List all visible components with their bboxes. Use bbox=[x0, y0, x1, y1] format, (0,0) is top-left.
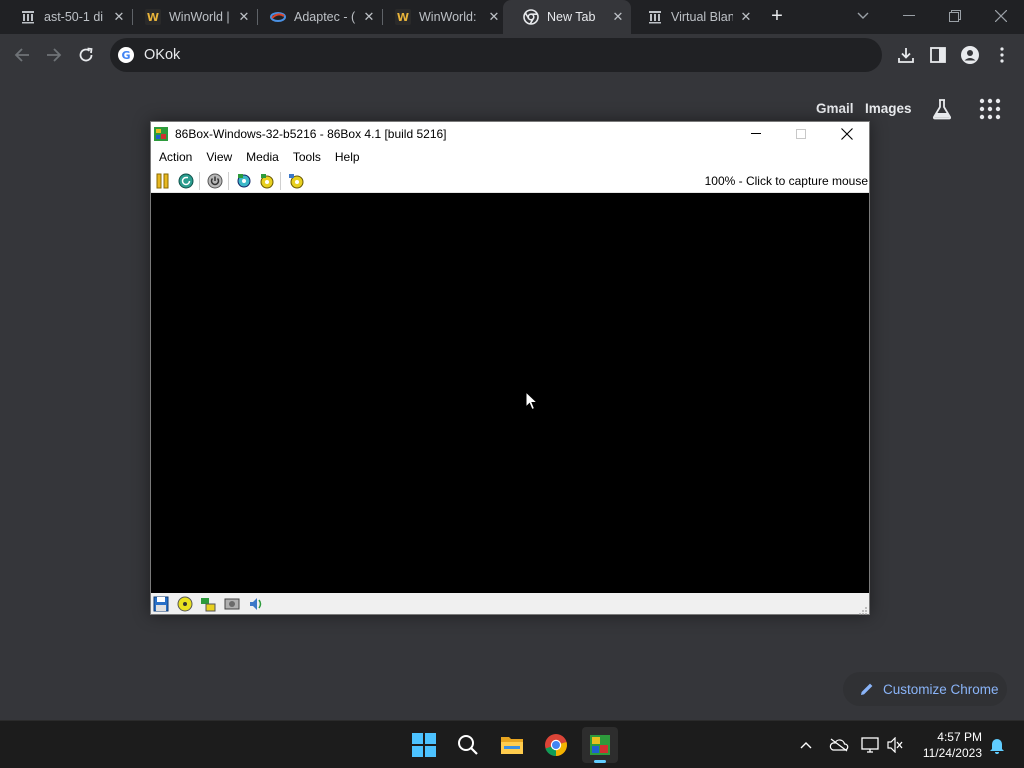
86box-toolbar: 100% - Click to capture mouse bbox=[151, 168, 869, 193]
file-explorer-icon[interactable] bbox=[494, 727, 530, 763]
archive-icon bbox=[647, 9, 663, 25]
labs-flask-icon[interactable] bbox=[930, 97, 954, 121]
86box-window-title: 86Box-Windows-32-b5216 - 86Box 4.1 [buil… bbox=[175, 127, 447, 141]
volume-muted-icon[interactable] bbox=[885, 735, 905, 755]
browser-tab[interactable]: ast-50-1 di ✕ bbox=[0, 0, 133, 34]
svg-text:W: W bbox=[397, 11, 409, 24]
customize-chrome-button[interactable]: Customize Chrome bbox=[843, 672, 1007, 706]
tab-title: WinWorld | bbox=[169, 10, 230, 24]
system-clock[interactable]: 4:57 PM 11/24/2023 bbox=[914, 729, 982, 761]
menu-icon[interactable] bbox=[991, 44, 1013, 66]
close-tab-icon[interactable]: ✕ bbox=[362, 10, 376, 24]
vm-minimize-icon[interactable] bbox=[733, 122, 779, 146]
winworld-icon: W bbox=[145, 9, 161, 25]
close-tab-icon[interactable]: ✕ bbox=[487, 10, 501, 24]
start-icon[interactable] bbox=[406, 727, 442, 763]
minimize-icon[interactable] bbox=[894, 4, 924, 28]
toolbar-separator bbox=[280, 172, 281, 190]
menu-tools[interactable]: Tools bbox=[287, 150, 327, 164]
browser-tab[interactable]: Adaptec - ( ✕ bbox=[250, 0, 383, 34]
86box-titlebar[interactable]: 86Box-Windows-32-b5216 - 86Box 4.1 [buil… bbox=[151, 122, 869, 146]
onedrive-icon[interactable] bbox=[829, 735, 849, 755]
browser-tab[interactable]: Virtual Blan ✕ bbox=[627, 0, 759, 34]
86box-app-icon bbox=[153, 126, 169, 142]
gmail-link[interactable]: Gmail bbox=[816, 101, 854, 116]
menu-action[interactable]: Action bbox=[153, 150, 198, 164]
toolbar-separator bbox=[199, 172, 200, 190]
tab-search-icon[interactable] bbox=[848, 4, 878, 28]
close-tab-icon[interactable]: ✕ bbox=[112, 10, 126, 24]
close-tab-icon[interactable]: ✕ bbox=[611, 10, 625, 24]
86box-taskbar-icon[interactable] bbox=[582, 727, 618, 763]
close-tab-icon[interactable]: ✕ bbox=[237, 10, 251, 24]
86box-statusbar bbox=[151, 593, 869, 615]
browser-toolbar: G OKok bbox=[0, 34, 1024, 76]
tab-title: WinWorld: bbox=[419, 10, 477, 24]
mouse-capture-status: 100% - Click to capture mouse bbox=[704, 174, 868, 188]
adaptec-icon bbox=[270, 9, 286, 25]
pause-icon[interactable] bbox=[154, 172, 172, 190]
mouse-cursor-icon bbox=[525, 390, 539, 411]
hdd-icon[interactable] bbox=[223, 595, 241, 613]
resize-grip-icon[interactable] bbox=[858, 603, 868, 615]
notification-bell-icon[interactable] bbox=[987, 735, 1007, 755]
floppy-icon[interactable] bbox=[152, 595, 170, 613]
ctrl-alt-del-icon[interactable] bbox=[258, 172, 276, 190]
svg-text:G: G bbox=[121, 49, 130, 62]
chevron-up-icon[interactable] bbox=[796, 735, 816, 755]
new-tab-button[interactable]: + bbox=[766, 6, 788, 28]
tab-title: Virtual Blan bbox=[671, 10, 733, 24]
customize-chrome-label: Customize Chrome bbox=[883, 681, 999, 697]
address-bar[interactable]: G OKok bbox=[110, 38, 882, 72]
winworld-icon: W bbox=[395, 9, 411, 25]
menu-help[interactable]: Help bbox=[329, 150, 366, 164]
hard-reset-icon[interactable] bbox=[287, 172, 305, 190]
86box-window: 86Box-Windows-32-b5216 - 86Box 4.1 [buil… bbox=[150, 121, 870, 615]
sound-icon[interactable] bbox=[247, 595, 265, 613]
forward-icon[interactable] bbox=[42, 43, 66, 67]
images-link[interactable]: Images bbox=[865, 101, 912, 116]
browser-tab-active[interactable]: New Tab ✕ bbox=[503, 0, 631, 34]
active-app-indicator bbox=[594, 760, 606, 763]
display-icon[interactable] bbox=[860, 735, 880, 755]
address-input[interactable]: OKok bbox=[144, 47, 180, 63]
google-apps-icon[interactable] bbox=[979, 98, 1001, 120]
clock-date: 11/24/2023 bbox=[922, 746, 982, 760]
reset-icon[interactable] bbox=[177, 172, 195, 190]
close-window-icon[interactable] bbox=[986, 4, 1016, 28]
download-icon[interactable] bbox=[895, 44, 917, 66]
tab-strip: ast-50-1 di ✕ W WinWorld | ✕ Adaptec - (… bbox=[0, 0, 1024, 34]
search-icon[interactable] bbox=[450, 727, 486, 763]
tab-title: ast-50-1 di bbox=[44, 10, 104, 24]
menu-view[interactable]: View bbox=[200, 150, 238, 164]
settings-icon[interactable] bbox=[235, 172, 253, 190]
profile-icon[interactable] bbox=[959, 44, 981, 66]
svg-text:W: W bbox=[147, 11, 159, 24]
reload-icon[interactable] bbox=[74, 43, 98, 67]
side-panel-icon[interactable] bbox=[927, 44, 949, 66]
chrome-taskbar-icon[interactable] bbox=[538, 727, 574, 763]
browser-tab[interactable]: W WinWorld: ✕ bbox=[375, 0, 507, 34]
86box-menubar: Action View Media Tools Help bbox=[151, 146, 869, 168]
pencil-icon bbox=[859, 681, 875, 697]
cdrom-icon[interactable] bbox=[176, 595, 194, 613]
emulated-display[interactable] bbox=[151, 193, 869, 593]
clock-time: 4:57 PM bbox=[937, 730, 982, 744]
toolbar-separator bbox=[228, 172, 229, 190]
windows-taskbar: 4:57 PM 11/24/2023 bbox=[0, 720, 1024, 768]
vm-maximize-icon[interactable] bbox=[778, 122, 824, 146]
vm-close-icon[interactable] bbox=[824, 122, 870, 146]
network-icon[interactable] bbox=[199, 595, 217, 613]
tab-title: New Tab bbox=[547, 10, 596, 24]
google-icon: G bbox=[118, 47, 134, 63]
chrome-icon bbox=[523, 9, 539, 25]
tab-title: Adaptec - ( bbox=[294, 10, 356, 24]
menu-media[interactable]: Media bbox=[240, 150, 285, 164]
archive-icon bbox=[20, 9, 36, 25]
power-icon[interactable] bbox=[206, 172, 224, 190]
close-tab-icon[interactable]: ✕ bbox=[739, 10, 753, 24]
back-icon[interactable] bbox=[10, 43, 34, 67]
restore-icon[interactable] bbox=[940, 4, 970, 28]
browser-tab[interactable]: W WinWorld | ✕ bbox=[125, 0, 258, 34]
